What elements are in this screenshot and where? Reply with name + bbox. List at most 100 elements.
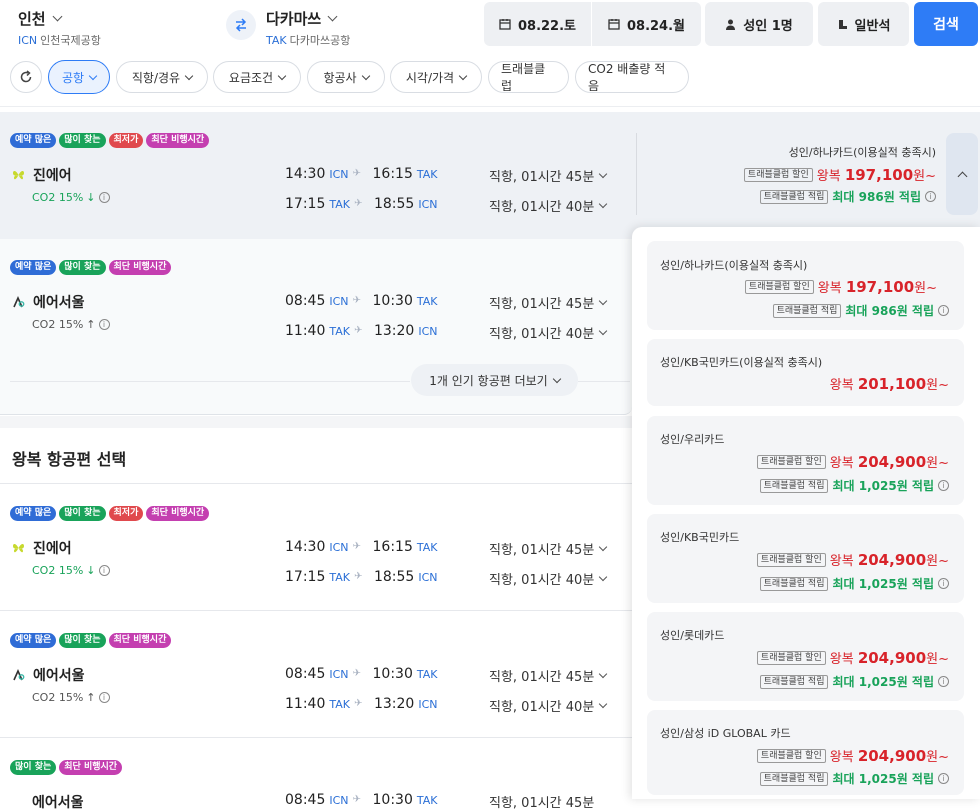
price-option-card[interactable]: 성인/하나카드(이용실적 충족시) 트래블클럽 할인 왕복 197,100원~ … — [647, 241, 964, 330]
price-value: 204,900 — [857, 649, 927, 667]
chevron-down-icon — [552, 374, 561, 383]
info-icon[interactable]: i — [938, 578, 949, 589]
return-date: 08.24.월 — [626, 18, 686, 34]
duration-dropdown[interactable]: 직항, 01시간 45분 — [489, 166, 608, 185]
arrival-airport: ICN — [418, 197, 438, 211]
chevron-down-icon — [599, 572, 608, 582]
seat-icon — [838, 19, 847, 29]
airline-name: 에어서울 — [33, 295, 85, 311]
duration-text: 직항, 01시간 40분 — [489, 327, 595, 342]
jinair-logo-icon — [13, 543, 24, 553]
refresh-button[interactable] — [10, 61, 42, 93]
duration-dropdown[interactable]: 직항, 01시간 40분 — [489, 196, 608, 215]
info-icon[interactable]: i — [98, 192, 110, 203]
departure-time: 08:45 — [285, 792, 326, 808]
arrow-down-icon: ↓ — [86, 191, 96, 204]
price-option-card[interactable]: 성인/KB국민카드 트래블클럽 할인 왕복 204,900원~ 트래블클럽 적립… — [647, 514, 964, 603]
airseoul-logo-icon — [13, 296, 25, 308]
price-line: 트래블클럽 할인 왕복 197,100원~ — [640, 165, 936, 184]
filter-airline[interactable]: 항공사 — [307, 61, 385, 93]
info-icon[interactable]: i — [938, 676, 949, 687]
departure-time: 17:15 — [285, 569, 326, 585]
cabin-class-button[interactable]: 일반석 — [818, 2, 909, 46]
plane-icon: ✈ — [352, 295, 361, 306]
info-icon[interactable]: i — [938, 305, 949, 316]
chevron-down-icon — [599, 542, 608, 552]
arrival-time: 13:20 — [373, 696, 415, 712]
origin-airport: 인천국제공항 — [40, 34, 101, 47]
info-icon[interactable]: i — [925, 191, 936, 202]
flight-badges: 예약 많은 많이 찾는 최저가 최단 비행시간 — [10, 506, 210, 521]
top-price-block[interactable]: 성인/하나카드(이용실적 충족시) 트래블클럽 할인 왕복 197,100원~ … — [640, 144, 936, 205]
price-unit: 원~ — [926, 456, 949, 471]
departure-airport: TAK — [329, 324, 350, 338]
price-value: 201,100 — [857, 375, 927, 393]
round-trip-label: 왕복 — [829, 750, 854, 765]
section-gap — [0, 416, 632, 428]
departure-time: 08:45 — [285, 666, 326, 682]
origin-city: 인천 — [18, 10, 46, 28]
flight-leg-out: 08:45 ICN ✈ 10:30 TAK — [285, 792, 437, 808]
points-value: 최대 986원 적립 — [845, 304, 934, 318]
info-icon[interactable]: i — [98, 565, 110, 576]
filter-fare-condition[interactable]: 요금조건 — [213, 61, 301, 93]
flight-leg-out: 14:30 ICN ✈ 16:15 TAK — [285, 539, 437, 555]
price-option-card[interactable]: 성인/삼성 iD GLOBAL 카드 트래블클럽 할인 왕복 204,900원~… — [647, 710, 964, 795]
chevron-down-icon — [327, 11, 338, 22]
price-condition: 성인/KB국민카드 — [660, 531, 740, 544]
arrival-airport: ICN — [418, 324, 438, 338]
divider — [578, 381, 630, 382]
search-button[interactable]: 검색 — [914, 2, 978, 46]
passenger-button[interactable]: 성인 1명 — [705, 2, 813, 46]
price-option-card[interactable]: 성인/우리카드 트래블클럽 할인 왕복 204,900원~ 트래블클럽 적립 최… — [647, 416, 964, 505]
badge-shortest-time: 최단 비행시간 — [146, 506, 210, 521]
duration-dropdown[interactable]: 직항, 01시간 40분 — [489, 323, 608, 342]
departure-date-button[interactable]: 08.22.토 — [484, 2, 591, 46]
price-option-card[interactable]: 성인/KB국민카드(이용실적 충족시) 왕복 201,100원~ — [647, 339, 964, 406]
points-line: 트래블클럽 적립 최대 986원 적립 i — [772, 302, 949, 319]
badge-many-viewed: 많이 찾는 — [10, 760, 57, 775]
info-icon[interactable]: i — [98, 319, 110, 330]
destination-selector[interactable]: 다카마쓰 TAK 다카마쓰공항 — [266, 8, 350, 48]
arrival-airport: TAK — [416, 667, 438, 681]
plane-icon: ✈ — [352, 541, 361, 552]
badge-lowest-price: 최저가 — [108, 133, 144, 148]
filter-airport[interactable]: 공항 — [48, 60, 110, 94]
swap-cities-button[interactable] — [226, 10, 256, 40]
more-flights-button[interactable]: 1개 인기 항공편 더보기 — [411, 364, 578, 396]
duration-text: 직항, 01시간 45분 — [489, 297, 595, 312]
duration-dropdown[interactable]: 직항, 01시간 45분 — [489, 293, 608, 312]
arrival-airport: ICN — [418, 697, 438, 711]
refresh-icon — [20, 70, 32, 83]
price-line: 트래블클럽 할인 왕복 204,900원~ — [756, 550, 949, 569]
filter-low-co2[interactable]: CO2 배출량 적음 — [575, 61, 689, 93]
filter-direct-transfer[interactable]: 직항/경유 — [116, 61, 208, 93]
duration-dropdown[interactable]: 직항, 01시간 45분 — [489, 666, 608, 685]
points-value: 최대 1,025원 적립 — [832, 772, 934, 786]
return-date-button[interactable]: 08.24.월 — [592, 2, 701, 46]
origin-selector[interactable]: 인천 ICN 인천국제공항 — [18, 8, 101, 48]
departure-airport: ICN — [329, 667, 349, 681]
departure-time: 17:15 — [285, 196, 326, 212]
divider — [0, 483, 632, 484]
round-trip-label: 왕복 — [829, 554, 854, 569]
chevron-down-icon — [277, 71, 287, 80]
price-value: 204,900 — [857, 453, 927, 471]
info-icon[interactable]: i — [98, 692, 110, 703]
duration-dropdown[interactable]: 직항, 01시간 40분 — [489, 569, 608, 588]
duration-dropdown[interactable]: 직항, 01시간 45분 — [489, 539, 608, 558]
duration-dropdown[interactable]: 직항, 01시간 45분 — [489, 792, 594, 811]
info-icon[interactable]: i — [938, 773, 949, 784]
cabin-class: 일반석 — [854, 18, 891, 34]
duration-dropdown[interactable]: 직항, 01시간 40분 — [489, 696, 608, 715]
price-line: 트래블클럽 할인 왕복 197,100원~ — [744, 277, 937, 296]
filter-time-price[interactable]: 시각/가격 — [390, 61, 482, 93]
round-trip-label: 왕복 — [816, 169, 841, 184]
collapse-price-button[interactable] — [946, 133, 978, 215]
price-option-card[interactable]: 성인/롯데카드 트래블클럽 할인 왕복 204,900원~ 트래블클럽 적립 최… — [647, 612, 964, 701]
chevron-down-icon — [361, 71, 370, 80]
arrival-time: 18:55 — [373, 196, 415, 212]
airline-name: 에어서울 — [32, 795, 84, 811]
filter-travel-club[interactable]: 트래블클럽 — [488, 61, 569, 93]
info-icon[interactable]: i — [938, 480, 949, 491]
